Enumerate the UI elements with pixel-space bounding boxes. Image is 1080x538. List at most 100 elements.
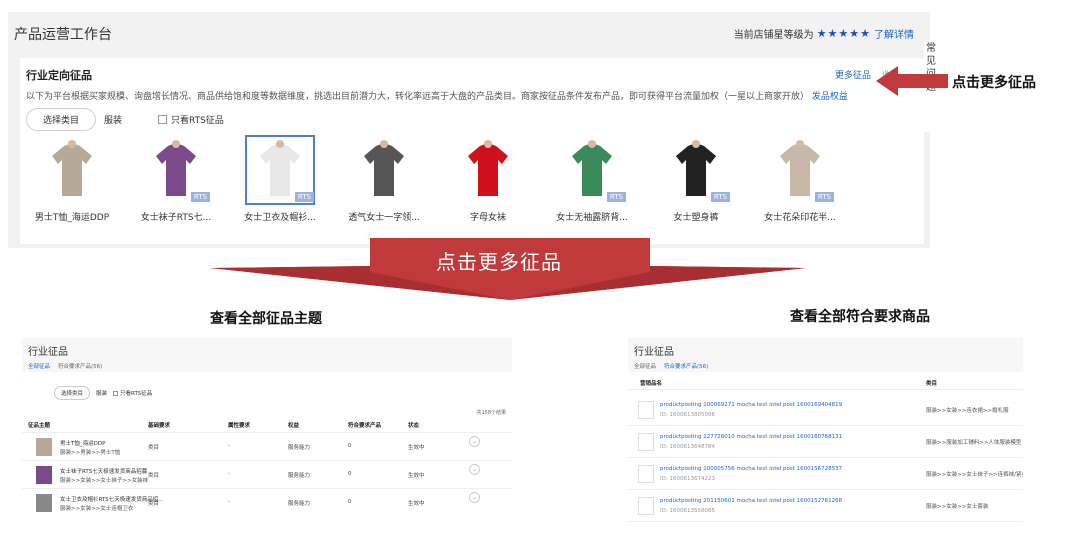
product-name-link[interactable]: productposting 100005756 mocha test inte… [660,466,842,472]
chevron-down-icon[interactable]: ⌄ [469,492,480,503]
header-attr: 属性要求 [228,423,251,429]
rts-badge: RTS [190,192,210,202]
rts-only-label: 只看RTS征品 [120,391,153,397]
cell-matching: 0 [348,471,352,477]
products-table-area: 营销品名 类目 productposting 100069271 mocha t… [628,372,1023,528]
category-filter: 选择类目 服装 只看RTS征品 [26,108,224,131]
hoodie-icon: RTS [245,135,315,205]
description-text: 以下为平台根据买家规模、询盘增长情况、商品供给饱和度等数据维度，挑选出目前潜力大… [26,92,810,102]
table-header: 营销品名 类目 [628,376,1023,390]
learn-more-link[interactable]: 了解详情 [874,26,914,41]
product-image [52,140,92,196]
product-list: 男士T恤_海运DDP RTS 女士袜子RTS七... RTS 女士卫衣及帽衫... 透气女… [24,135,920,238]
checkbox-icon [113,391,119,396]
section-title: 行业定向征品 [26,69,92,82]
cell-status: 生效中 [408,445,425,451]
cell-basic: 类目 [148,445,160,451]
caption-all-themes: 查看全部征品主题 [210,311,322,327]
floral-skirt-icon: RTS [768,138,834,202]
theme-name: 女士袜子RTS七天极速发货商品招募 [60,469,148,475]
panel-header: 产品运营工作台 当前店铺星等级为 ★★★★★ 了解详情 [8,12,930,54]
product-label: 女士袜子RTS七... [140,213,212,223]
posting-benefits-link[interactable]: 发品权益 [812,92,848,102]
product-card[interactable]: RTS 女士袜子RTS七... [128,138,224,238]
cell-benefit: 服务能力 [288,445,311,451]
star-rating-icon: ★★★★★ [816,27,871,40]
socks-icon: RTS [144,138,210,202]
header-theme: 征品主题 [28,423,51,429]
rts-only-label: 只看RTS征品 [171,116,224,126]
solicitation-themes-screenshot: 行业征品 全部征品 符合要求产品(56) 选择类目 服装 只看RTS征品 共15… [22,338,512,518]
product-id: ID: 1600613648784 [660,444,715,450]
product-card[interactable]: RTS 女士塑身裤 [648,138,744,238]
product-thumbnail-icon [638,465,654,483]
product-thumbnail-icon [638,433,654,451]
header-matching: 符合要求产品 [348,423,382,429]
checkbox-icon [158,115,168,124]
cell-basic: 类目 [148,501,160,507]
header-product: 营销品名 [640,381,663,387]
table-row[interactable]: 女士卫衣及帽衫RTS七天极速发货商品招... 服装>>女装>>女士连帽卫衣 类目 - 服… [22,488,512,516]
table-row[interactable]: productposting 100069271 mocha test inte… [628,394,1023,426]
matching-products-screenshot: 行业征品 全部征品 符合要求产品(56) 营销品名 类目 productpost… [628,338,1023,528]
product-thumbnail [36,438,52,456]
header-basic: 基础要求 [148,423,171,429]
store-level-text: 当前店铺星等级为 [733,30,814,41]
product-card[interactable]: RTS 女士卫衣及帽衫... [232,135,328,238]
product-label: 字母女袜 [469,213,506,223]
chevron-down-icon[interactable]: ⌄ [469,436,480,447]
category-value: 服装 [96,391,108,397]
category-value: 服装 [104,116,123,126]
product-category: 服装>>女装>>连衣裙>>婚礼服 [926,408,1009,414]
tshirt-icon [40,138,104,202]
product-image [468,140,508,196]
header-category: 类目 [926,381,938,387]
crop-tops-icon: RTS [560,138,626,202]
product-id: ID: 1600613674223 [660,476,715,482]
table-row[interactable]: productposting 100005756 mocha test inte… [628,458,1023,490]
product-card[interactable]: 透气女士一字领... [336,138,432,238]
header-benefit: 权益 [288,423,300,429]
product-name-link[interactable]: productposting 127726010 mocha test inte… [660,434,842,440]
cell-status: 生效中 [408,501,425,507]
product-label: 透气女士一字领... [348,213,420,223]
cell-attr: - [228,499,230,505]
product-card[interactable]: RTS 女士花朵印花半... [752,138,848,238]
product-name-link[interactable]: productposting 100069271 mocha test inte… [660,402,842,408]
chevron-down-icon[interactable]: ⌄ [469,464,480,475]
rts-only-checkbox[interactable]: 只看RTS征品 [158,113,224,126]
rts-only-checkbox[interactable]: 只看RTS征品 [113,389,152,397]
callout-click-more: 点击更多征品 [952,75,1036,91]
theme-name: 男士T恤_海运DDP [60,441,106,447]
theme-path: 服装>>女装>>女士袜子>>女装袜 [60,478,149,484]
industry-solicitation-card: 行业定向征品 更多征品 收 以下为平台根据买家规模、询盘增长情况、商品供给饱和度… [20,58,924,244]
product-card[interactable]: RTS 女士无袖露脐背... [544,138,640,238]
product-category: 服装>>女装>>女士套装 [926,504,989,510]
theme-path: 服装>>女装>>女士连帽卫衣 [60,506,134,512]
product-card[interactable]: 男士T恤_海运DDP [24,138,120,238]
header-status: 状态 [408,423,420,429]
rts-badge: RTS [294,192,314,202]
result-count: 共158个结果 [476,410,506,416]
more-solicitations-link[interactable]: 更多征品 [835,68,871,81]
product-name-link[interactable]: productposting 201150601 mocha test inte… [660,498,842,504]
product-card[interactable]: 字母女袜 [440,138,536,238]
table-row[interactable]: 女士袜子RTS七天极速发货商品招募 服装>>女装>>女士袜子>>女装袜 类目 - 服务能… [22,460,512,488]
rts-badge: RTS [814,192,834,202]
product-thumbnail [36,466,52,484]
red-socks-icon [456,138,520,202]
product-label: 女士无袖露脐背... [556,213,628,223]
category-filter: 选择类目 服装 只看RTS征品 [54,386,152,400]
product-thumbnail-icon [638,401,654,419]
cell-status: 生效中 [408,473,425,479]
funnel-label: 点击更多征品 [436,250,562,274]
table-row[interactable]: 男士T恤_海运DDP 服装>>男装>>男士T恤 类目 - 服务能力 0 生效中 ⌄ [22,432,512,460]
select-category-button[interactable]: 选择类目 [26,108,97,131]
product-category: 服装>>服装加工辅料>>人体服装模型 [926,440,1022,446]
table-row[interactable]: productposting 127726010 mocha test inte… [628,426,1023,458]
product-category: 服装>>女装>>女士袜子>>连裤袜/紧身裤 [926,472,1023,478]
select-category-button[interactable]: 选择类目 [54,386,91,400]
table-header: 征品主题 基础要求 属性要求 权益 符合要求产品 状态 [22,418,512,432]
product-ops-panel: 产品运营工作台 当前店铺星等级为 ★★★★★ 了解详情 行业定向征品 更多征品 … [8,12,938,248]
table-row[interactable]: productposting 201150601 mocha test inte… [628,490,1023,522]
